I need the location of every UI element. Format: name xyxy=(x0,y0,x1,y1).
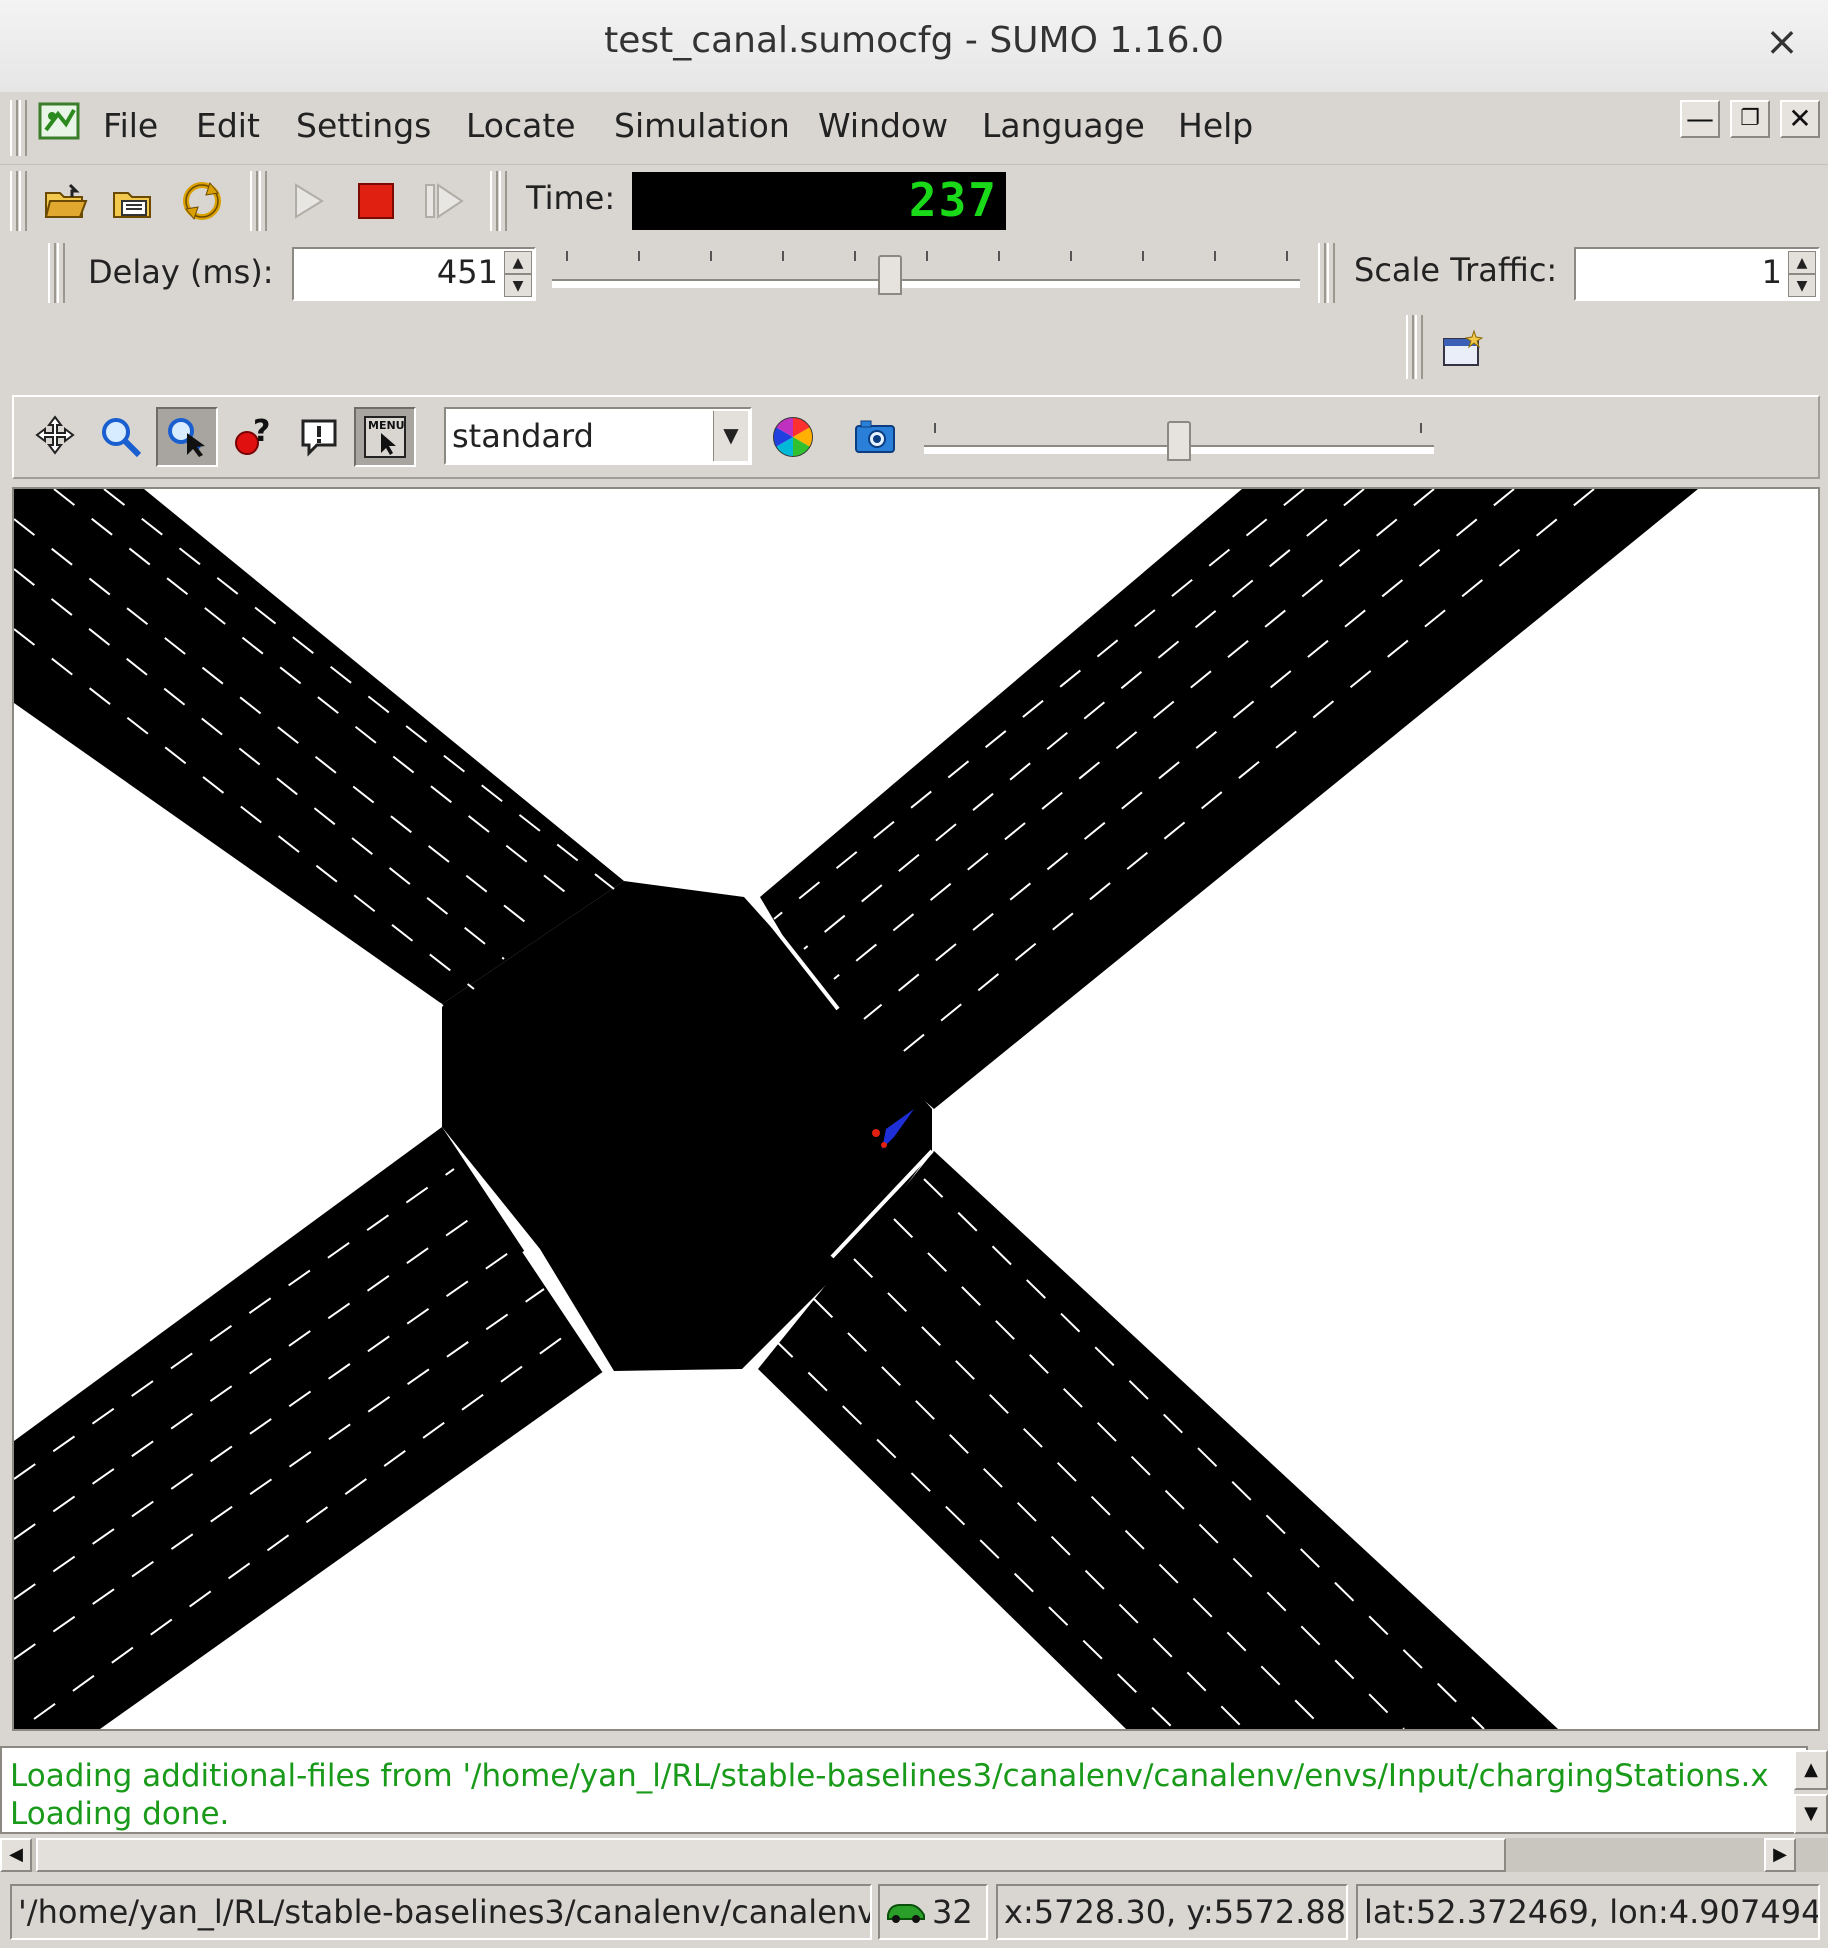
message-window: Loading additional-files from '/home/yan… xyxy=(0,1746,1808,1834)
network-view[interactable] xyxy=(12,487,1820,1731)
vehicle-count-field: 32 xyxy=(878,1884,988,1940)
delay-label: Delay (ms): xyxy=(88,253,274,291)
scale-traffic-spinner[interactable]: 1 ▲ ▼ xyxy=(1574,247,1820,301)
mdi-close-button[interactable]: ✕ xyxy=(1780,100,1820,138)
menu-settings[interactable]: Settings xyxy=(296,106,431,145)
color-scheme-select[interactable]: standard ▼ xyxy=(444,407,752,465)
step-icon[interactable] xyxy=(414,171,474,231)
slider-tick xyxy=(1286,251,1288,261)
run-icon[interactable] xyxy=(278,171,338,231)
status-path: '/home/yan_l/RL/stable-baselines3/canale… xyxy=(10,1884,872,1940)
menu-bar: File Edit Settings Locate Simulation Win… xyxy=(0,92,1828,165)
new-view-icon[interactable] xyxy=(1432,319,1492,379)
view-toolbar: ? MENU standard ▼ xyxy=(12,395,1820,479)
delay-toolbar: Delay (ms): 451 ▲ ▼ Scale Traffic: 1 ▲ ▼ xyxy=(0,237,1828,309)
scale-traffic-label: Scale Traffic: xyxy=(1354,251,1558,289)
status-bar: '/home/yan_l/RL/stable-baselines3/canale… xyxy=(0,1878,1828,1948)
menu-language[interactable]: Language xyxy=(982,106,1145,145)
scroll-down-button[interactable]: ▼ xyxy=(1794,1794,1828,1834)
color-scheme-value: standard xyxy=(452,417,594,455)
simulation-toolbar: Time: 237 xyxy=(0,165,1828,237)
toolbar-grip[interactable] xyxy=(1406,315,1424,379)
scroll-up-button[interactable]: ▲ xyxy=(1794,1750,1828,1790)
stop-icon[interactable] xyxy=(346,171,406,231)
tooltip-icon[interactable] xyxy=(288,407,350,467)
road-northeast xyxy=(760,489,1698,1109)
slider-tick xyxy=(1142,251,1144,261)
time-label: Time: xyxy=(526,179,616,217)
slider-tick xyxy=(566,251,568,261)
slider-tick xyxy=(638,251,640,261)
road-network xyxy=(14,489,1698,1729)
title-bar: test_canal.sumocfg - SUMO 1.16.0 × xyxy=(0,0,1828,93)
menu-icon[interactable]: MENU xyxy=(354,407,416,467)
menu-locate[interactable]: Locate xyxy=(466,106,576,145)
window-close-button[interactable]: × xyxy=(1758,18,1806,66)
help-cursor-icon[interactable]: ? xyxy=(222,407,284,467)
toolbar-grip[interactable] xyxy=(10,171,28,231)
color-wheel-icon[interactable] xyxy=(762,407,824,467)
scale-spinner-arrows[interactable]: ▲ ▼ xyxy=(1788,251,1816,297)
delay-slider-thumb[interactable] xyxy=(877,255,902,295)
slider-tick xyxy=(854,251,856,261)
menubar-grip[interactable] xyxy=(10,100,28,156)
view-toolbar-row xyxy=(0,309,1828,387)
svg-text:MENU: MENU xyxy=(368,419,405,432)
mdi-minimize-button[interactable]: — xyxy=(1680,100,1720,138)
toolbar-grip[interactable] xyxy=(48,243,66,303)
svg-text:?: ? xyxy=(253,415,270,449)
slider-tick xyxy=(926,251,928,261)
view-slider-thumb[interactable] xyxy=(1167,421,1191,461)
menu-file[interactable]: File xyxy=(103,106,158,145)
reload-icon[interactable] xyxy=(172,171,232,231)
locate-icon[interactable] xyxy=(156,407,218,467)
delay-value: 451 xyxy=(436,253,498,291)
menu-edit[interactable]: Edit xyxy=(196,106,260,145)
message-line: Loading done. xyxy=(10,1796,230,1832)
message-line: Loading additional-files from '/home/yan… xyxy=(10,1758,1769,1794)
scroll-left-button[interactable]: ◀ xyxy=(0,1838,32,1872)
slider-tick xyxy=(710,251,712,261)
delay-spinner[interactable]: 451 ▲ ▼ xyxy=(292,247,536,301)
toolbar-grip[interactable] xyxy=(250,171,268,231)
delay-spinner-arrows[interactable]: ▲ ▼ xyxy=(504,251,532,297)
slider-tick xyxy=(1214,251,1216,261)
time-display: 237 xyxy=(632,172,1006,230)
road-northwest xyxy=(14,489,624,1004)
open-network-icon[interactable] xyxy=(104,171,164,231)
slider-tick xyxy=(1070,251,1072,261)
menu-window[interactable]: Window xyxy=(818,106,948,145)
car-icon xyxy=(884,1888,928,1938)
chevron-down-icon[interactable]: ▼ xyxy=(713,411,748,461)
scale-traffic-value: 1 xyxy=(1761,253,1782,291)
status-latlon: lat:52.372469, lon:4.907494 xyxy=(1356,1884,1820,1940)
zoom-icon[interactable] xyxy=(90,407,152,467)
slider-tick xyxy=(782,251,784,261)
scroll-right-button[interactable]: ▶ xyxy=(1764,1838,1796,1872)
menu-simulation[interactable]: Simulation xyxy=(614,106,790,145)
menu-help[interactable]: Help xyxy=(1178,106,1253,145)
recenter-icon[interactable] xyxy=(24,407,86,467)
vehicle-count: 32 xyxy=(932,1893,973,1931)
view-slider[interactable] xyxy=(924,409,1434,469)
screenshot-icon[interactable] xyxy=(844,407,906,467)
open-folder-icon[interactable] xyxy=(36,171,96,231)
toolbar-grip[interactable] xyxy=(490,171,508,231)
delay-slider[interactable] xyxy=(552,243,1300,303)
sumo-app-icon xyxy=(38,100,82,144)
mdi-restore-button[interactable]: ❐ xyxy=(1730,100,1770,138)
window-title: test_canal.sumocfg - SUMO 1.16.0 xyxy=(604,20,1224,61)
horizontal-scroll-thumb[interactable] xyxy=(36,1838,1506,1872)
toolbar-grip[interactable] xyxy=(1318,243,1336,303)
slider-tick xyxy=(998,251,1000,261)
message-vertical-scrollbar[interactable]: ▲ ▼ xyxy=(1794,1750,1828,1834)
status-xy: x:5728.30, y:5572.88 xyxy=(996,1884,1348,1940)
